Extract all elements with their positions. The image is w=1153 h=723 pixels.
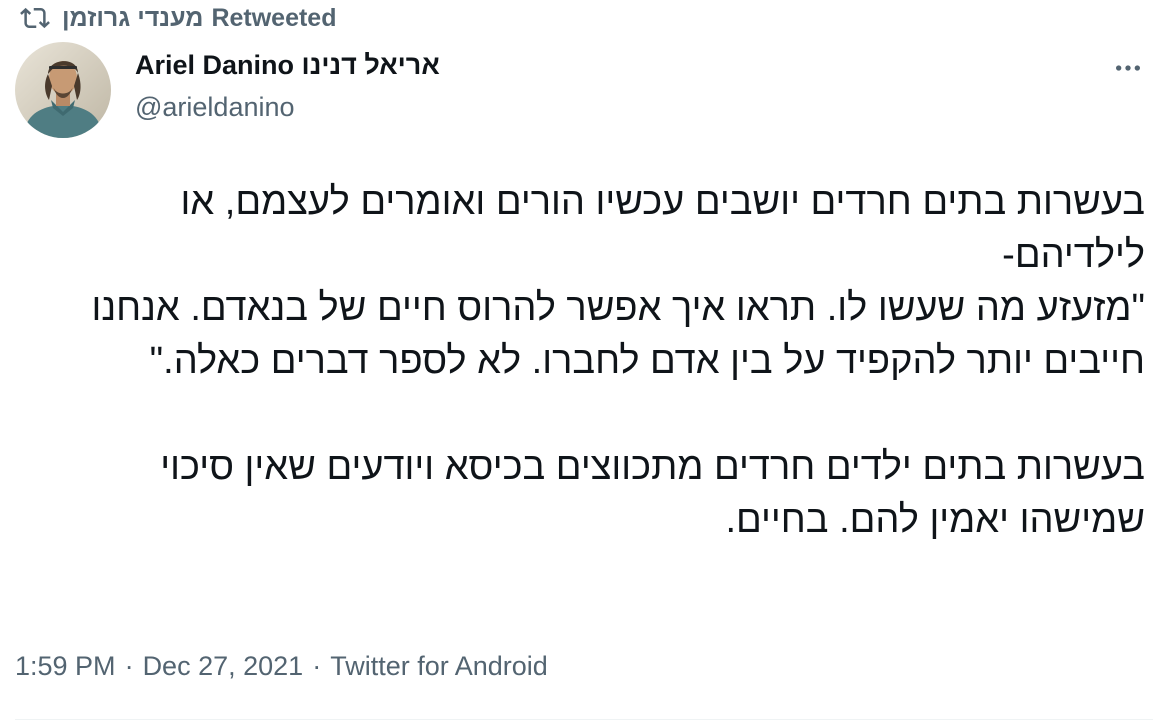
author-name-hebrew: אריאל דנינו (301, 50, 440, 80)
tweet-date-link[interactable]: Dec 27, 2021 (143, 651, 304, 681)
tweet-metadata: 1:59 PM · Dec 27, 2021 · Twitter for Android (15, 651, 548, 682)
retweet-icon (20, 7, 50, 29)
retweeted-label: Retweeted (211, 3, 337, 32)
retweeter-name[interactable]: מענדי גרוזמן (62, 4, 203, 33)
author-display-name[interactable]: Ariel Danino אריאל דנינו (135, 50, 440, 81)
tweet: מענדי גרוזמן Retweeted Ariel Danino אריא (0, 0, 1153, 723)
tweet-source-link[interactable]: Twitter for Android (330, 651, 548, 681)
more-dots-icon (1116, 65, 1140, 71)
divider (15, 719, 1153, 720)
more-options-button[interactable] (1110, 50, 1146, 86)
meta-separator: · (124, 651, 134, 681)
tweet-time-link[interactable]: 1:59 PM (15, 651, 116, 681)
meta-separator: · (312, 651, 322, 681)
avatar[interactable] (15, 42, 111, 138)
tweet-paragraph: "מזעזע מה שעשו לו. תראו איך אפשר להרוס ח… (91, 287, 1145, 382)
tweet-paragraph: בעשרות בתים ילדים חרדים מתכווצים בכיסא ו… (160, 446, 1145, 541)
avatar-photo (15, 42, 111, 138)
author-name-latin: Ariel Danino (135, 50, 295, 80)
tweet-paragraph: בעשרות בתים חרדים יושבים עכשיו הורים ואו… (180, 181, 1146, 276)
retweet-indicator: מענדי גרוזמן Retweeted (20, 2, 336, 34)
author-handle[interactable]: @arieldanino (135, 92, 295, 123)
tweet-text: בעשרות בתים חרדים יושבים עכשיו הורים ואו… (30, 176, 1145, 547)
